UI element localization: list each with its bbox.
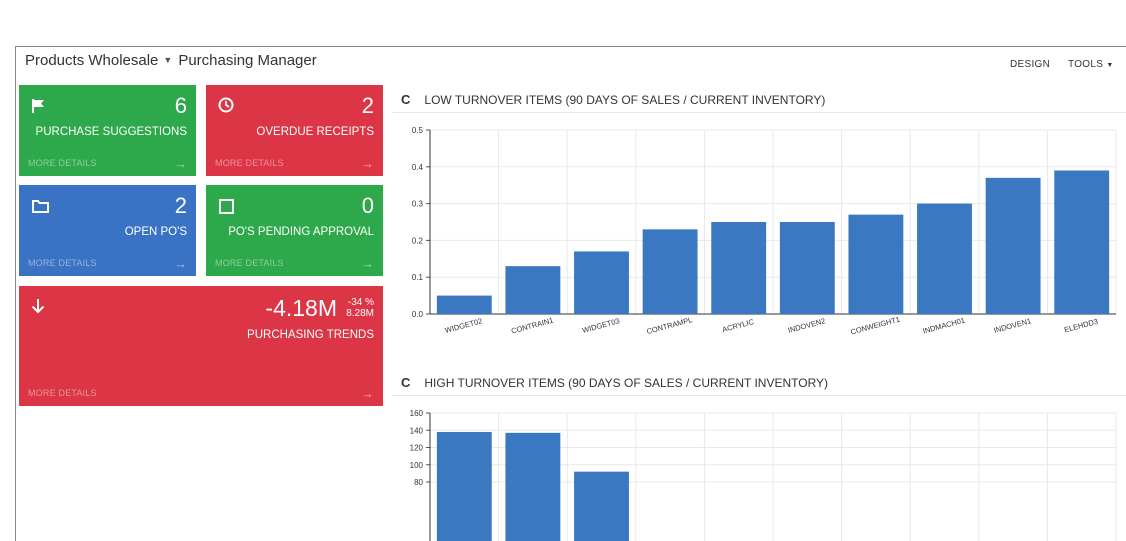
tile-value: -4.18M (265, 295, 337, 321)
tile-purchase-suggestions[interactable]: 6 PURCHASE SUGGESTIONS MORE DETAILS → (19, 85, 196, 176)
y-tick-label: 0.5 (412, 126, 424, 135)
company-selector[interactable]: Products Wholesale (25, 52, 158, 69)
arrow-right-icon: → (174, 156, 187, 171)
arrow-down-icon (31, 298, 45, 319)
y-tick-label: 0.2 (412, 236, 424, 245)
x-tick-label: CONTRAIN1 (510, 316, 554, 336)
breadcrumb: Products Wholesale ▼ Purchasing Manager (25, 52, 317, 69)
more-details-link[interactable]: MORE DETAILS (215, 158, 284, 168)
tile-value: 6 (174, 93, 187, 118)
bar (917, 203, 972, 314)
tools-label: TOOLS (1068, 59, 1104, 70)
high-turnover-chart: 80 100 120 140 160 (410, 409, 1117, 541)
bar (711, 222, 767, 314)
folder-icon (32, 199, 49, 218)
divider (392, 395, 1126, 396)
x-tick-label: WIDGET03 (581, 316, 620, 335)
y-tick-label: 80 (414, 478, 423, 487)
tile-overdue-receipts[interactable]: 2 OVERDUE RECEIPTS MORE DETAILS → (206, 85, 383, 176)
refresh-icon[interactable]: C (401, 92, 410, 107)
x-tick-label: ELEHDD3 (1063, 317, 1099, 335)
more-details-link[interactable]: MORE DETAILS (215, 258, 284, 268)
trend-comparison: -34 % 8.28M (346, 297, 374, 319)
bar (574, 251, 629, 314)
tools-menu[interactable]: TOOLS ▼ (1068, 59, 1114, 70)
clock-icon (218, 97, 234, 118)
x-tick-label: ACRYLIC (721, 317, 755, 334)
arrow-right-icon: → (361, 256, 374, 271)
chart-title: LOW TURNOVER ITEMS (90 DAYS OF SALES / C… (424, 93, 826, 107)
low-turnover-header: C LOW TURNOVER ITEMS (90 DAYS OF SALES / … (401, 92, 825, 107)
checkbox-icon (219, 199, 234, 219)
bar (779, 222, 835, 314)
x-tick-label: WIDGET02 (444, 316, 483, 335)
bar (642, 229, 698, 314)
bar (574, 471, 629, 541)
tile-label: OPEN PO'S (124, 226, 187, 238)
bar (505, 432, 561, 541)
bar (436, 431, 492, 541)
trend-percent: -34 % (347, 297, 374, 308)
tile-label: PO'S PENDING APPROVAL (228, 226, 374, 238)
tile-label: PURCHASING TRENDS (247, 329, 374, 341)
flag-icon (32, 99, 45, 118)
x-tick-label: INDMACH01 (922, 316, 966, 336)
tile-value: 2 (361, 93, 374, 118)
refresh-icon[interactable]: C (401, 375, 410, 390)
title-bar: Products Wholesale ▼ Purchasing Manager DE… (16, 47, 1126, 77)
tile-value: 2 (174, 193, 187, 218)
bar (985, 177, 1041, 314)
more-details-link[interactable]: MORE DETAILS (28, 158, 97, 168)
y-tick-label: 0.4 (412, 163, 424, 172)
divider (392, 112, 1126, 113)
x-tick-label: INDOVEN1 (993, 316, 1032, 335)
low-turnover-chart: 0.0 0.1 0.2 0.3 0.4 0.5 WIDGET02 CONTRAIN1 WIDGE… (412, 126, 1117, 337)
design-menu[interactable]: DESIGN (1010, 59, 1050, 70)
bar (848, 214, 904, 314)
x-tick-label: CONTRAMPL (646, 315, 694, 336)
chevron-down-icon: ▼ (1106, 62, 1114, 69)
chevron-down-icon[interactable]: ▼ (163, 55, 172, 65)
tile-open-pos[interactable]: 2 OPEN PO'S MORE DETAILS → (19, 185, 196, 276)
y-tick-label: 100 (410, 461, 424, 470)
tile-label: PURCHASE SUGGESTIONS (35, 126, 187, 138)
high-turnover-header: C HIGH TURNOVER ITEMS (90 DAYS OF SALES /… (401, 375, 828, 390)
page-title: Purchasing Manager (178, 52, 317, 69)
tile-label: OVERDUE RECEIPTS (256, 126, 374, 138)
more-details-link[interactable]: MORE DETAILS (28, 388, 97, 398)
y-tick-label: 120 (410, 444, 424, 453)
arrow-right-icon: → (361, 386, 374, 401)
bar (436, 295, 492, 314)
bar (1054, 170, 1110, 314)
tile-purchasing-trends[interactable]: -4.18M -34 % 8.28M PURCHASING TRENDS MOR… (19, 286, 383, 406)
x-tick-label: INDOVEN2 (787, 316, 826, 335)
chart-title: HIGH TURNOVER ITEMS (90 DAYS OF SALES / … (424, 376, 829, 390)
arrow-right-icon: → (361, 156, 374, 171)
arrow-right-icon: → (174, 256, 187, 271)
y-tick-label: 160 (410, 409, 424, 418)
more-details-link[interactable]: MORE DETAILS (28, 258, 97, 268)
tile-value: 0 (361, 193, 374, 218)
y-tick-label: 140 (410, 426, 424, 435)
x-tick-label: CONWEIGHT1 (850, 315, 901, 337)
y-tick-label: 0.1 (412, 273, 424, 282)
y-tick-label: 0.0 (412, 310, 424, 319)
trend-previous: 8.28M (346, 308, 374, 319)
y-tick-label: 0.3 (412, 200, 424, 209)
bar (505, 266, 561, 314)
tile-pending-approval[interactable]: 0 PO'S PENDING APPROVAL MORE DETAILS → (206, 185, 383, 276)
